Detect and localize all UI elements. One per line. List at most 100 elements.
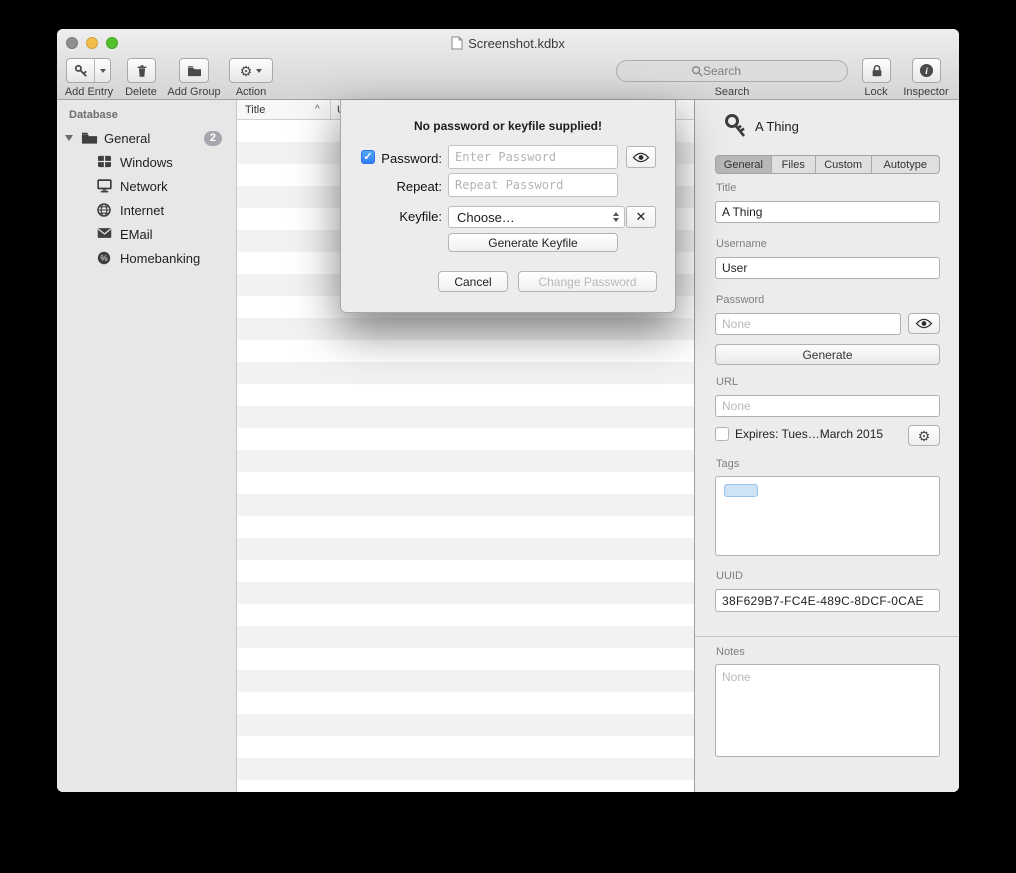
repeat-password-input[interactable] [448,173,618,197]
svg-text:i: i [925,67,928,77]
search-label: Search [702,86,762,98]
app-window: Screenshot.kdbx Add Entry Delete Add Gro… [57,29,959,792]
add-group-button[interactable] [179,58,209,83]
sidebar: Database General 2 Windows Network Inter… [57,100,237,792]
eye-icon [632,152,650,163]
globe-icon [97,203,114,218]
close-icon: ✕ [636,209,647,225]
clear-keyfile-button[interactable]: ✕ [626,206,656,228]
column-header-title[interactable]: Title [245,104,265,116]
show-password-button[interactable] [908,313,940,334]
uuid-label: UUID [716,570,743,582]
chevron-down-icon [256,69,262,73]
info-icon: i [919,63,934,78]
cancel-button[interactable]: Cancel [438,271,508,292]
inspector-button[interactable]: i [912,58,941,83]
password-label: Password: [341,151,442,166]
inspector-tabs: General Files Custom Autotype [715,155,940,174]
uuid-field[interactable] [715,589,940,612]
network-icon [97,179,114,194]
chevron-down-icon [100,69,106,73]
tags-field[interactable] [715,476,940,556]
eye-icon [915,318,933,329]
sheet-warning-text: No password or keyfile supplied! [341,119,675,133]
password-field[interactable] [715,313,901,335]
change-password-sheet: No password or keyfile supplied! ✓ Passw… [340,100,676,313]
tags-label: Tags [716,458,739,470]
folder-icon [81,131,98,146]
add-entry-button[interactable] [66,58,111,83]
action-label: Action [221,86,281,98]
url-field[interactable] [715,395,940,417]
section-divider [695,636,959,637]
inspector-panel: A Thing General Files Custom Autotype Ti… [695,100,959,792]
desktop: { "titlebar": { "title": "Screenshot.kdb… [0,0,1016,873]
generate-password-button[interactable]: Generate [715,344,940,365]
sidebar-item-label: General [104,131,150,146]
keyfile-label: Keyfile: [341,209,442,224]
username-label: Username [716,238,767,250]
expires-label: Expires: Tues…March 2015 [735,427,883,441]
delete-button[interactable] [127,58,156,83]
sidebar-item-label: Homebanking [120,251,200,266]
tab-autotype[interactable]: Autotype [871,156,939,173]
titlebar-toolbar: Screenshot.kdbx Add Entry Delete Add Gro… [57,29,959,100]
generate-keyfile-button[interactable]: Generate Keyfile [448,233,618,252]
stepper-icon [613,212,619,222]
sidebar-item-general[interactable]: General 2 [57,126,236,150]
tab-general[interactable]: General [716,156,771,173]
entry-title: A Thing [755,119,799,134]
show-password-button[interactable] [626,146,656,168]
username-field[interactable] [715,257,940,279]
lock-icon [870,64,884,78]
notes-label: Notes [716,646,745,658]
sidebar-item-internet[interactable]: Internet [57,198,236,222]
password-input[interactable] [448,145,618,169]
expires-row: Expires: Tues…March 2015 [715,427,883,441]
keyfile-dropdown-value: Choose… [457,210,515,225]
sidebar-item-homebanking[interactable]: % Homebanking [57,246,236,270]
sidebar-item-label: EMail [120,227,153,242]
expires-settings-button[interactable]: ⚙ [908,425,940,446]
sidebar-section-header: Database [69,109,236,121]
inspector-label: Inspector [896,86,956,98]
sidebar-item-windows[interactable]: Windows [57,150,236,174]
keyfile-dropdown[interactable]: Choose… [448,206,625,228]
sidebar-item-label: Network [120,179,168,194]
add-entry-dropdown[interactable] [94,59,110,82]
title-label: Title [716,182,736,194]
column-divider[interactable] [330,100,331,119]
percent-coin-icon: % [97,251,114,266]
password-label: Password [716,294,764,306]
envelope-icon [97,227,114,242]
sidebar-item-label: Internet [120,203,164,218]
search-icon [691,65,703,77]
change-password-button[interactable]: Change Password [518,271,657,292]
title-field[interactable] [715,201,940,223]
search-input[interactable] [703,64,773,78]
url-label: URL [716,376,738,388]
repeat-label: Repeat: [341,179,442,194]
document-icon [451,36,463,50]
sidebar-item-email[interactable]: EMail [57,222,236,246]
lock-button[interactable] [862,58,891,83]
count-badge: 2 [204,131,222,146]
expires-checkbox[interactable] [715,427,729,441]
tab-custom[interactable]: Custom [815,156,871,173]
windows-icon [97,155,114,170]
tag-token[interactable] [724,484,758,497]
trash-icon [135,64,149,78]
tab-files[interactable]: Files [771,156,815,173]
add-entry-label: Add Entry [59,86,119,98]
svg-text:%: % [100,254,107,263]
action-button[interactable]: ⚙ [229,58,273,83]
gear-icon: ⚙ [240,64,253,78]
search-field[interactable] [616,60,848,82]
notes-field[interactable] [715,664,940,757]
sort-ascending-icon: ^ [315,104,320,115]
gear-icon: ⚙ [918,429,931,443]
disclosure-triangle-icon[interactable] [65,135,73,141]
sidebar-item-network[interactable]: Network [57,174,236,198]
key-icon [723,113,747,139]
sidebar-item-label: Windows [120,155,173,170]
